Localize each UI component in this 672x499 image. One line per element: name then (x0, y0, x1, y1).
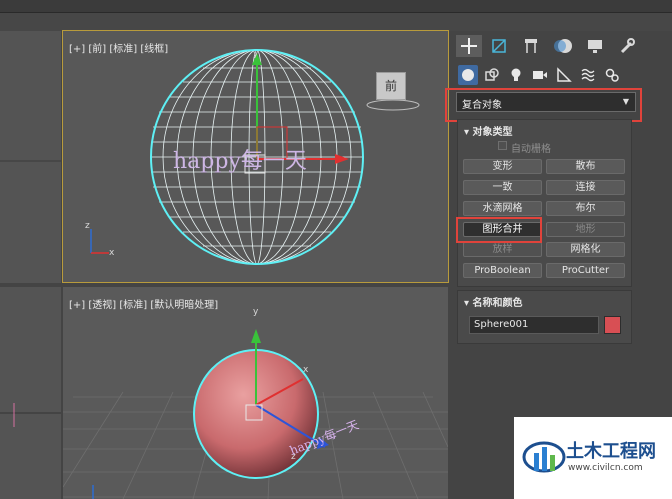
button-mesher[interactable]: 网格化 (546, 242, 625, 257)
systems-icon (605, 68, 619, 82)
shapes-icon (485, 68, 499, 81)
rollout-object-type-title[interactable]: ▾ 对象类型 (464, 123, 513, 138)
category-helpers[interactable] (554, 65, 574, 85)
object-name-value: Sphere001 (474, 319, 529, 330)
category-shapes[interactable] (482, 65, 502, 85)
tab-display[interactable] (582, 35, 608, 57)
display-icon (588, 40, 602, 53)
collapse-icon: ▾ (464, 127, 473, 138)
button-scatter[interactable]: 散布 (546, 159, 625, 174)
highlight-dropdown (445, 88, 642, 122)
persp-axis-y-label: y (253, 307, 259, 317)
tab-modify[interactable] (486, 35, 512, 57)
tab-create[interactable] (456, 35, 482, 57)
watermark-logo-icon (522, 441, 566, 473)
button-loft[interactable]: 放样 (463, 242, 542, 257)
category-geometry[interactable] (458, 65, 478, 85)
button-boolean[interactable]: 布尔 (546, 201, 625, 216)
object-name-input[interactable]: Sphere001 (469, 316, 599, 334)
watermark-title: 土木工程网 (566, 441, 656, 462)
front-mini-axis-x-label: x (109, 248, 115, 258)
button-blobmesh[interactable]: 水滴网格 (463, 201, 542, 216)
viewport-front[interactable]: [+] [前] [标准] [线框] happy每一天 y z x 前 (62, 30, 449, 283)
viewcube[interactable]: 前 (376, 72, 406, 100)
title-bar (0, 0, 672, 13)
watermark: 土木工程网 www.civilcn.com (514, 417, 672, 499)
button-procutter[interactable]: ProCutter (546, 263, 625, 278)
geometry-icon (462, 69, 474, 81)
tab-motion[interactable] (550, 35, 576, 57)
autogrid-label: 自动栅格 (511, 144, 551, 155)
watermark-url: www.civilcn.com (568, 463, 643, 473)
highlight-shapemerge (456, 217, 542, 243)
category-systems[interactable] (602, 65, 622, 85)
autogrid-checkbox[interactable] (498, 141, 507, 150)
viewport-perspective[interactable]: [+] [透视] [标准] [默认明暗处理] y x z happy每一天 (63, 287, 448, 499)
category-lights[interactable] (506, 65, 526, 85)
button-connect[interactable]: 连接 (546, 180, 625, 195)
lights-icon (511, 68, 521, 81)
object-color-swatch[interactable] (604, 316, 621, 334)
modify-icon (492, 39, 506, 53)
perspective-scene (63, 329, 448, 499)
helpers-icon (557, 67, 572, 82)
button-terrain[interactable]: 地形 (546, 222, 625, 237)
tab-hierarchy[interactable] (518, 35, 544, 57)
grid-lines (0, 160, 61, 162)
viewcube-face-label: 前 (384, 79, 397, 93)
viewport-top-left[interactable] (0, 31, 61, 283)
front-text-object: happy每一天 (173, 149, 307, 174)
button-morph[interactable]: 变形 (463, 159, 542, 174)
category-spacewarps[interactable] (578, 65, 598, 85)
rollout-name-color-title[interactable]: ▾ 名称和颜色 (464, 294, 523, 309)
grid-lines (0, 403, 61, 427)
spacewarps-icon (581, 68, 595, 82)
collapse-icon: ▾ (464, 298, 473, 309)
viewport-bottom-left[interactable] (0, 287, 61, 499)
toolbar-strip (0, 13, 672, 31)
motion-icon (554, 39, 572, 53)
tab-utilities[interactable] (614, 35, 640, 57)
utilities-icon (620, 38, 635, 54)
front-axis-y-label: y (253, 49, 259, 59)
persp-axis-x-label: x (303, 365, 309, 375)
button-proboolean[interactable]: ProBoolean (463, 263, 542, 278)
viewcube-ring (366, 99, 420, 111)
button-conform[interactable]: 一致 (463, 180, 542, 195)
cameras-icon (533, 71, 547, 79)
category-cameras[interactable] (530, 65, 550, 85)
hierarchy-icon (525, 39, 537, 53)
create-icon (461, 38, 477, 54)
front-mini-axis-z-label: z (85, 221, 90, 231)
